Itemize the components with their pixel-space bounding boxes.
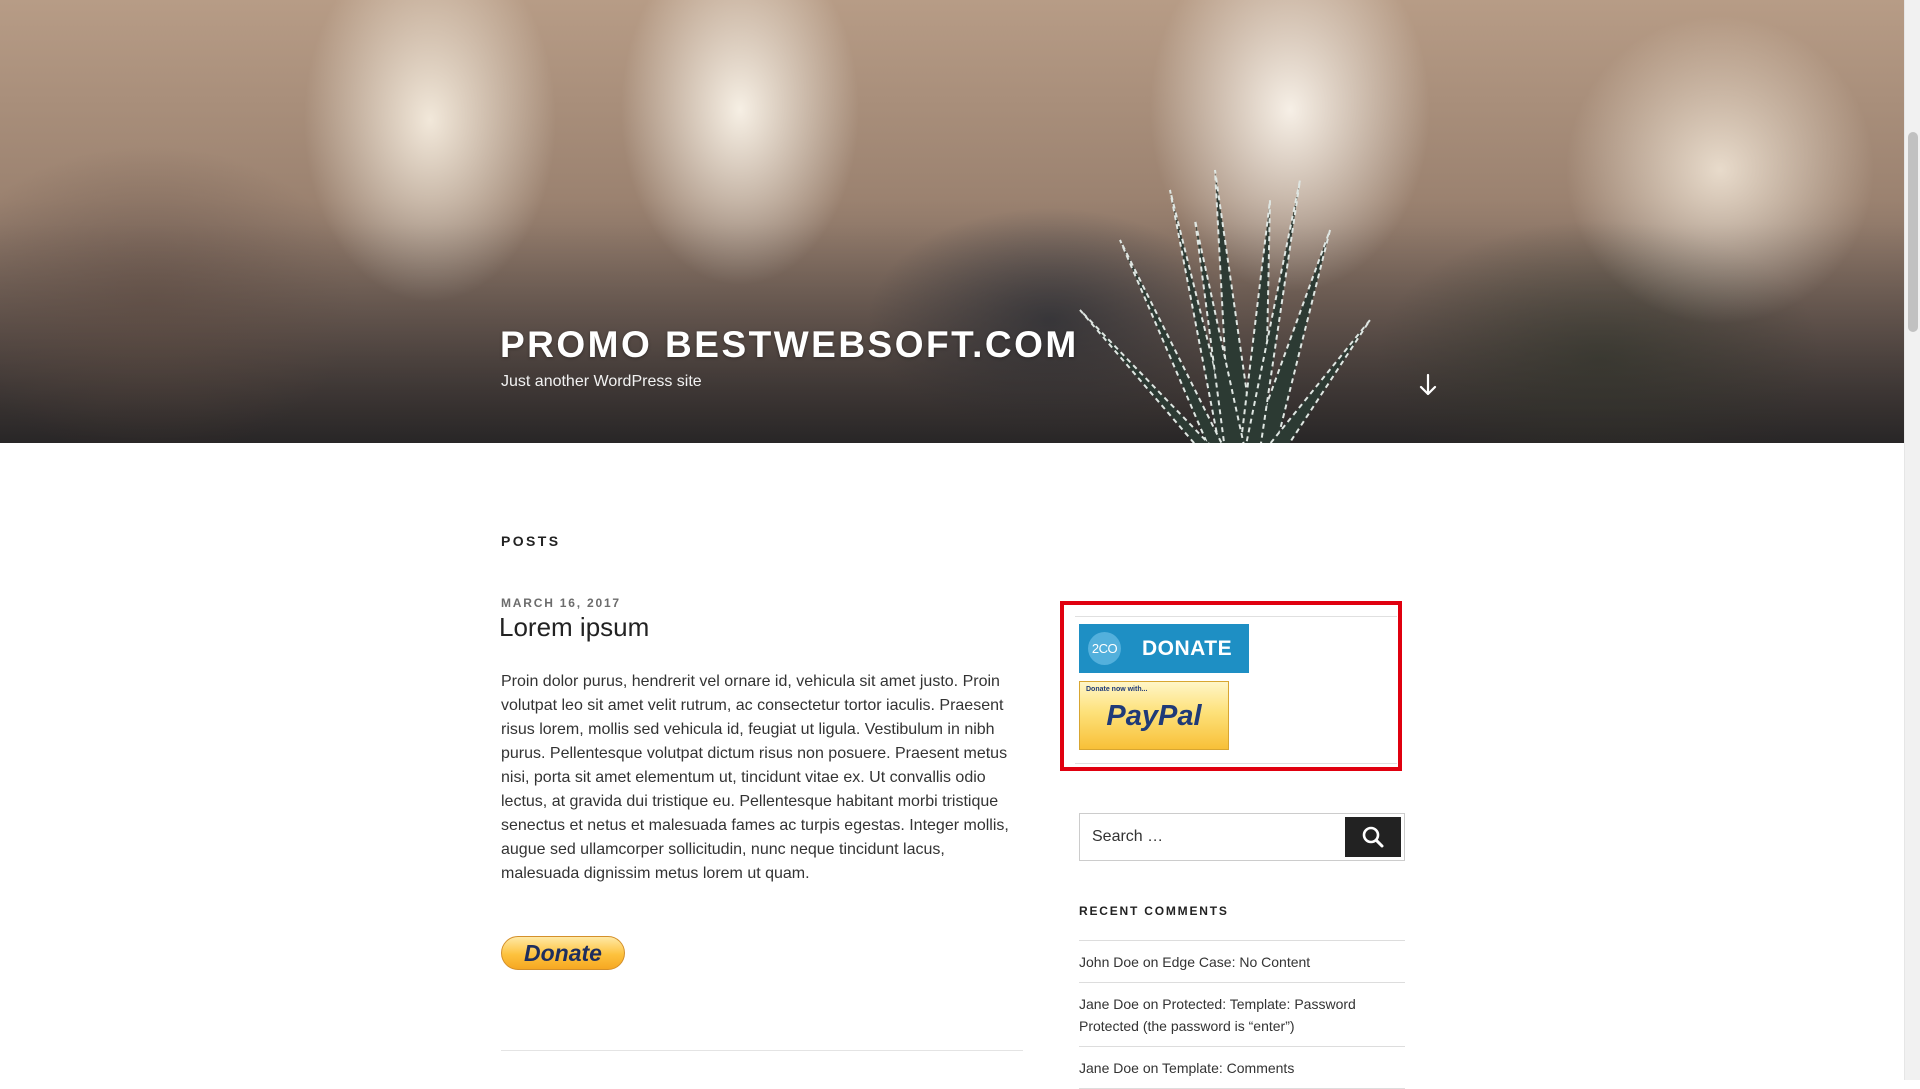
comment-author[interactable]: Jane Doe: [1079, 996, 1139, 1012]
paypal-donate-label: Donate: [524, 939, 602, 966]
recent-comment-item: John Doe on Edge Case: No Content: [1079, 940, 1405, 982]
scrollbar-thumb[interactable]: [1908, 132, 1918, 332]
post-body: Proin dolor purus, hendrerit vel ornare …: [501, 673, 1009, 882]
comment-connector: on: [1142, 996, 1159, 1012]
posts-heading: POSTS: [501, 533, 561, 549]
search-button[interactable]: [1345, 817, 1401, 857]
paypal-donate-widget-button[interactable]: Donate now with... PayPal: [1079, 681, 1229, 750]
recent-comment-item: Jane Doe on Template: Comments: [1079, 1046, 1405, 1089]
comment-author[interactable]: John Doe: [1079, 954, 1139, 970]
recent-comments-heading: RECENT COMMENTS: [1079, 904, 1229, 918]
post-title[interactable]: Lorem ipsum: [499, 612, 649, 643]
recent-comments-list: John Doe on Edge Case: No Content Jane D…: [1079, 940, 1405, 1089]
arrow-down-icon[interactable]: [1416, 372, 1440, 398]
comment-connector: on: [1142, 1060, 1159, 1076]
post-divider: [501, 1050, 1023, 1051]
recent-comment-item: Jane Doe on Protected: Template: Passwor…: [1079, 982, 1405, 1046]
paypal-donate-button[interactable]: Donate: [501, 936, 625, 970]
2checkout-logo-icon: 2CO: [1088, 632, 1121, 665]
site-header: PROMO BESTWEBSOFT.COM Just another WordP…: [0, 0, 1904, 443]
search-input[interactable]: [1080, 814, 1345, 860]
site-tagline: Just another WordPress site: [501, 373, 702, 390]
site-title[interactable]: PROMO BESTWEBSOFT.COM: [500, 324, 1079, 366]
paypal-logo: PayPal: [1106, 700, 1202, 732]
comment-post-link[interactable]: Template: Comments: [1162, 1060, 1294, 1076]
post-date[interactable]: MARCH 16, 2017: [501, 596, 621, 610]
search-icon: [1362, 826, 1384, 848]
comment-post-link[interactable]: Edge Case: No Content: [1162, 954, 1310, 970]
2checkout-donate-label: DONATE: [1142, 636, 1233, 660]
2checkout-donate-button[interactable]: 2CO DONATE: [1079, 624, 1249, 673]
plant-image: [1079, 169, 1371, 443]
search-form: [1079, 813, 1405, 861]
page-scrollbar[interactable]: [1904, 0, 1920, 1080]
paypal-tagline: Donate now with...: [1086, 686, 1148, 693]
comment-connector: on: [1142, 954, 1159, 970]
comment-author[interactable]: Jane Doe: [1079, 1060, 1139, 1076]
